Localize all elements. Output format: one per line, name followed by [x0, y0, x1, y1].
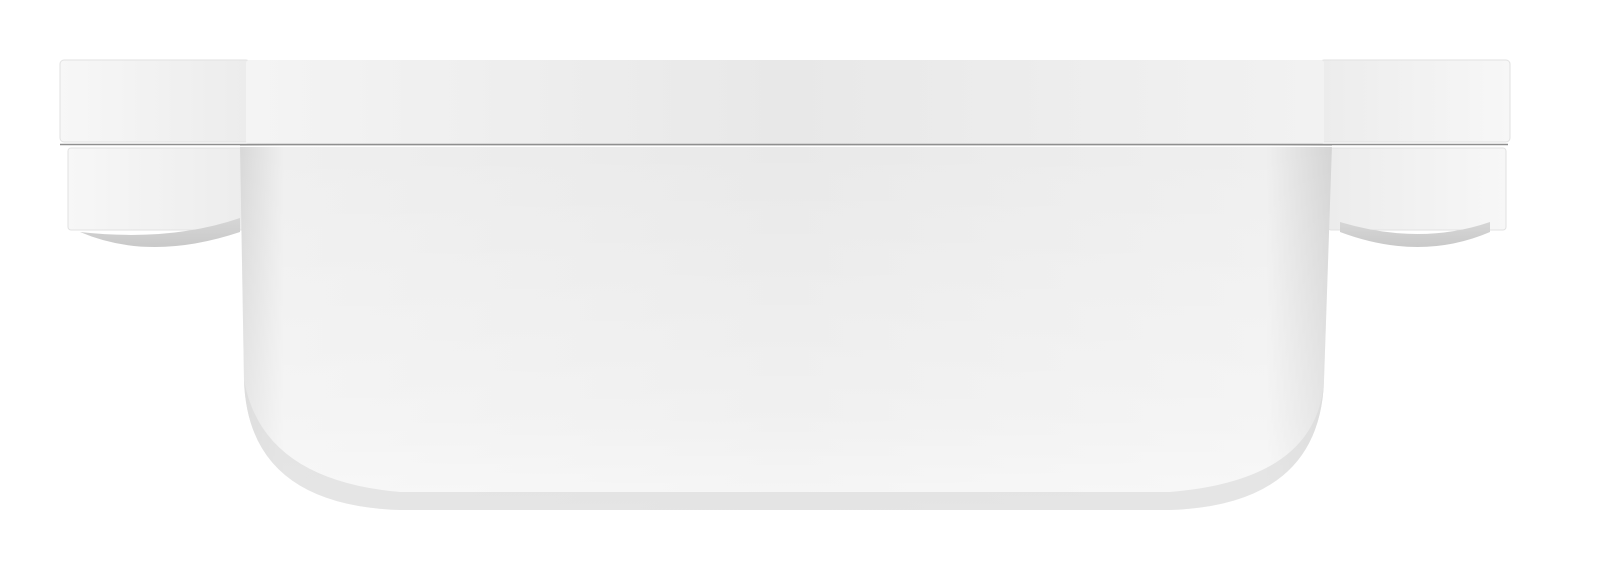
product-photo-stage	[0, 0, 1600, 580]
enclosure-box-illustration	[59, 59, 1511, 510]
right-mounting-ear	[1319, 59, 1511, 247]
enclosure-lid	[246, 60, 1324, 144]
enclosure-body	[240, 145, 1332, 510]
left-mounting-ear	[59, 59, 251, 247]
